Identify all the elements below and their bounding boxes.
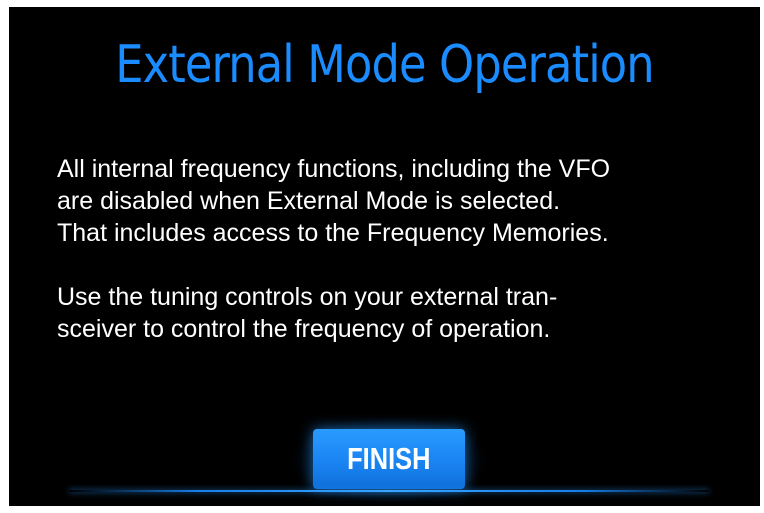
info-paragraph-2: Use the tuning controls on your external… [57,281,747,345]
finish-button-label: FINISH [347,441,431,476]
external-mode-screen: External Mode Operation All internal fre… [9,7,760,506]
bottom-divider [69,490,709,492]
info-line: All internal frequency functions, includ… [57,155,611,183]
info-text: All internal frequency functions, includ… [57,153,747,345]
info-line: That includes access to the Frequency Me… [57,219,609,247]
page-title: External Mode Operation [115,35,654,95]
finish-button[interactable]: FINISH [313,429,465,489]
info-line: Use the tuning controls on your external… [57,283,558,311]
info-line: sceiver to control the frequency of oper… [57,315,551,343]
info-line: are disabled when External Mode is selec… [57,187,561,215]
info-paragraph-1: All internal frequency functions, includ… [57,153,747,249]
